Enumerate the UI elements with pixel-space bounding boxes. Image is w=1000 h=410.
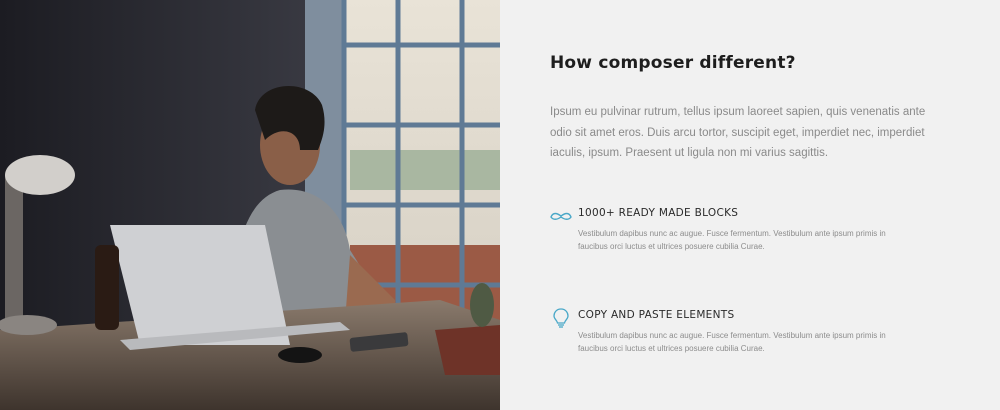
man-at-window-illustration — [0, 0, 500, 410]
section-intro: Ipsum eu pulvinar rutrum, tellus ipsum l… — [550, 106, 926, 159]
feature-description: Vestibulum dapibus nunc ac augue. Fusce … — [578, 229, 886, 251]
features-section: How composer different? Ipsum eu pulvina… — [500, 0, 1000, 410]
mustache-icon — [550, 212, 572, 220]
feature-title: COPY AND PASTE ELEMENTS — [578, 309, 735, 321]
hero-photo — [0, 0, 500, 410]
feature-title: 1000+ READY MADE BLOCKS — [578, 207, 739, 219]
lightbulb-icon — [553, 308, 569, 328]
feature-description: Vestibulum dapibus nunc ac augue. Fusce … — [578, 331, 886, 353]
section-title: How composer different? — [550, 53, 796, 73]
